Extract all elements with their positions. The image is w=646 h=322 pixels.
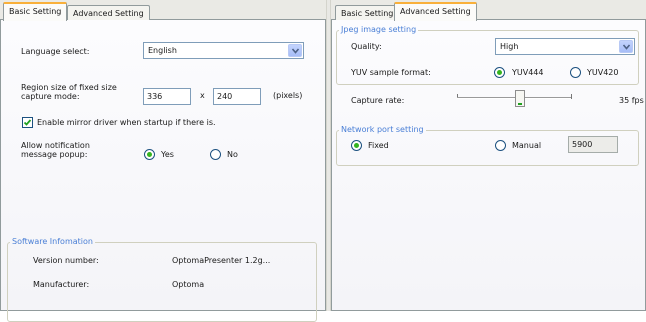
network-port-group: Network port setting Fixed Manual 5900 (336, 125, 639, 166)
notification-no-label: No (227, 150, 238, 159)
region-size-label-line1: Region size of fixed size (21, 83, 117, 92)
quality-label: Quality: (351, 42, 382, 51)
radio-selected-dot (147, 152, 152, 157)
region-size-label-line2: capture mode: (21, 92, 80, 101)
region-height-value: 240 (217, 92, 233, 101)
advanced-setting-content: Jpeg image setting Quality: High YUV sam… (331, 20, 646, 311)
basic-settings-panel: Basic Setting Advanced Setting Language … (0, 0, 326, 322)
pixels-unit-label: (pixels) (273, 91, 303, 100)
yuv444-radio[interactable] (494, 67, 505, 78)
notification-label-line2: message popup: (21, 150, 88, 159)
region-height-input[interactable]: 240 (213, 88, 261, 105)
tab-basic-setting[interactable]: Basic Setting (335, 5, 400, 21)
jpeg-image-group: Jpeg image setting Quality: High YUV sam… (336, 25, 639, 85)
chevron-down-icon[interactable] (619, 40, 633, 53)
notification-no-radio[interactable] (210, 149, 221, 160)
port-manual-label: Manual (512, 141, 542, 150)
software-info-group: Software Infomation Version number: Opto… (7, 237, 317, 322)
network-port-title: Network port setting (339, 125, 426, 134)
slider-thumb[interactable] (515, 90, 526, 107)
chevron-down-icon[interactable] (288, 44, 302, 57)
advanced-settings-panel: Basic Setting Advanced Setting Jpeg imag… (331, 0, 646, 311)
checkmark-icon (23, 119, 32, 126)
region-width-value: 336 (147, 92, 163, 101)
version-number-label: Version number: (33, 256, 99, 265)
software-info-title: Software Infomation (10, 237, 95, 246)
notification-label-line1: Allow notification (21, 141, 90, 150)
language-select-value: English (148, 46, 177, 55)
port-manual-radio[interactable] (495, 140, 506, 151)
port-fixed-label: Fixed (368, 141, 389, 150)
slider-tick-max (571, 94, 572, 99)
language-select-label: Language select: (21, 47, 90, 56)
language-select[interactable]: English (143, 42, 304, 59)
radio-selected-dot (497, 70, 502, 75)
capture-rate-value: 35 fps (619, 96, 644, 105)
port-number-input[interactable]: 5900 (568, 136, 618, 153)
basic-setting-content: Language select: English Region size of … (0, 20, 326, 322)
mirror-driver-checkbox[interactable] (22, 117, 33, 128)
quality-select[interactable]: High (495, 38, 635, 55)
tab-advanced-setting[interactable]: Advanced Setting (67, 5, 150, 21)
tab-strip: Basic Setting Advanced Setting (0, 0, 326, 21)
times-label: x (200, 91, 205, 100)
version-number-value: OptomaPresenter 1.2g... (172, 256, 271, 265)
port-fixed-radio[interactable] (351, 140, 362, 151)
capture-rate-label: Capture rate: (351, 96, 405, 105)
notification-yes-label: Yes (161, 150, 174, 159)
yuv420-radio[interactable] (570, 67, 581, 78)
yuv420-label: YUV420 (587, 68, 619, 77)
notification-yes-radio[interactable] (144, 149, 155, 160)
jpeg-image-title: Jpeg image setting (339, 25, 419, 34)
yuv444-label: YUV444 (512, 68, 544, 77)
region-width-input[interactable]: 336 (143, 88, 191, 105)
mirror-driver-label: Enable mirror driver when startup if the… (37, 118, 216, 127)
port-number-value: 5900 (572, 140, 593, 149)
quality-select-value: High (500, 42, 519, 51)
radio-selected-dot (354, 143, 359, 148)
tab-basic-setting[interactable]: Basic Setting (3, 2, 68, 21)
manufacturer-label: Manufacturer: (33, 280, 90, 289)
tab-strip: Basic Setting Advanced Setting (331, 0, 646, 21)
tab-advanced-setting[interactable]: Advanced Setting (394, 2, 477, 21)
manufacturer-value: Optoma (172, 280, 205, 289)
yuv-format-label: YUV sample format: (351, 68, 431, 77)
